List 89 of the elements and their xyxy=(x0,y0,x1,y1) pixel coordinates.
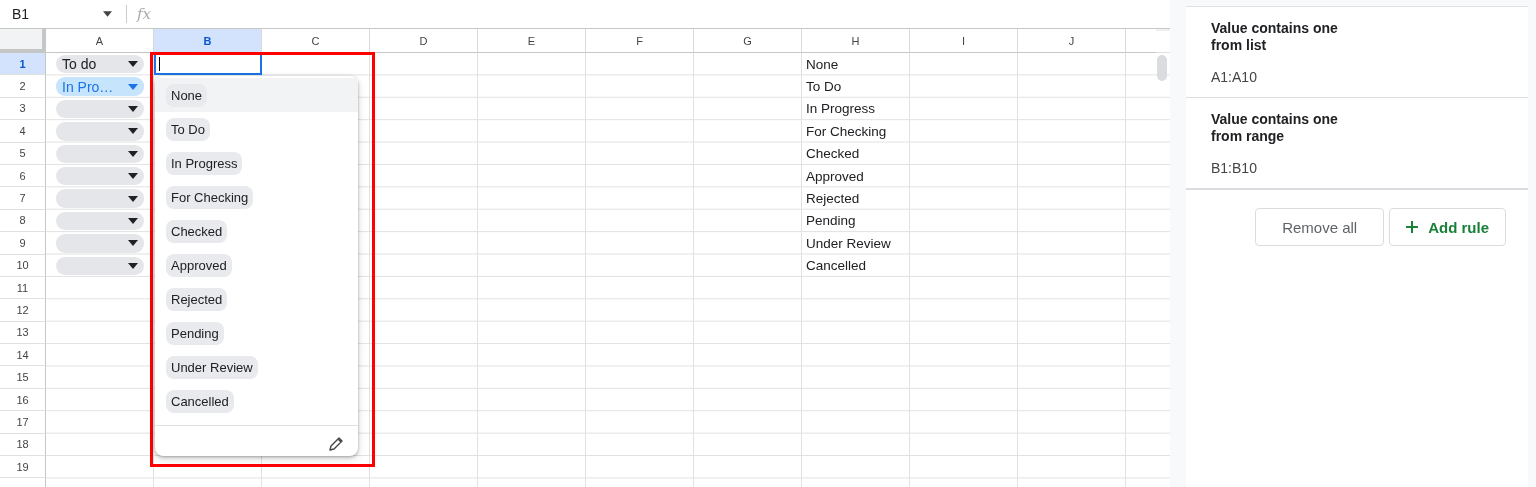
column-header[interactable]: G xyxy=(694,29,802,53)
column-header[interactable]: A xyxy=(46,29,154,53)
table-cell-text: In Progress xyxy=(805,100,877,119)
table-cell-text: For Checking xyxy=(805,122,888,141)
column-header[interactable]: D xyxy=(370,29,478,53)
table-cell-text: None xyxy=(805,55,840,74)
row-header[interactable]: 19 xyxy=(0,456,46,479)
dropdown-chip[interactable] xyxy=(56,211,144,231)
column-header[interactable]: C xyxy=(262,29,370,53)
name-box[interactable]: B1 xyxy=(0,6,120,22)
option-chip: Rejected xyxy=(166,288,228,312)
add-rule-button[interactable]: Add rule xyxy=(1389,208,1506,246)
rule-range: A1:A10 xyxy=(1211,69,1258,85)
menu-item[interactable]: None xyxy=(155,78,358,113)
option-chip: For Checking xyxy=(166,185,254,209)
row-header[interactable]: 6 xyxy=(0,164,46,188)
row-header[interactable]: 14 xyxy=(0,344,46,367)
cell-editor[interactable] xyxy=(154,53,262,76)
rule-card[interactable]: Value contains one from list A1:A10 xyxy=(1186,7,1528,98)
caret-icon xyxy=(128,105,138,112)
table-cell-text: Checked xyxy=(805,145,861,164)
option-chip: In Progress xyxy=(166,151,243,175)
column-header[interactable]: I xyxy=(910,29,1018,53)
column-header[interactable]: E xyxy=(478,29,586,53)
row-header[interactable]: 3 xyxy=(0,97,46,121)
menu-item[interactable]: Approved xyxy=(155,248,358,283)
menu-item[interactable]: Checked xyxy=(155,214,358,249)
dropdown-chip[interactable] xyxy=(56,256,144,275)
remove-button[interactable]: Remove all xyxy=(1255,208,1385,246)
dropdown-chip[interactable]: To do xyxy=(56,55,144,74)
caret-icon xyxy=(128,61,138,68)
caret-icon xyxy=(128,240,138,247)
table-cell-text: Approved xyxy=(805,167,865,186)
menu-item[interactable]: Cancelled xyxy=(155,384,358,419)
dropdown-chip[interactable] xyxy=(56,99,144,119)
row-header[interactable]: 1 xyxy=(0,53,46,76)
dropdown-chip[interactable] xyxy=(56,234,144,253)
rule-title: Value contains one from list xyxy=(1211,20,1339,54)
rule-range: B1:B10 xyxy=(1211,160,1258,176)
table-cell-text: Cancelled xyxy=(805,257,868,276)
plus-icon xyxy=(1406,221,1419,233)
row-header[interactable]: 2 xyxy=(0,75,46,98)
pencil-icon[interactable] xyxy=(328,435,344,452)
column-header[interactable]: F xyxy=(586,29,694,53)
row-header[interactable]: 15 xyxy=(0,366,46,389)
caret-icon xyxy=(128,128,138,135)
menu-item[interactable]: In Progress xyxy=(155,146,358,181)
row-header[interactable]: 11 xyxy=(0,276,46,300)
caret-icon xyxy=(128,173,138,180)
select-all-corner[interactable] xyxy=(0,29,46,53)
option-chip: Checked xyxy=(166,219,228,243)
option-chip: Cancelled xyxy=(166,390,234,414)
table-cell-text: Under Review xyxy=(805,234,892,253)
row-header[interactable]: 9 xyxy=(0,232,46,255)
table-cell-text: Pending xyxy=(805,212,857,231)
rule-title: Value contains one from range xyxy=(1211,111,1339,145)
caret-icon xyxy=(103,11,112,17)
column-header[interactable]: H xyxy=(802,29,910,53)
row-header[interactable]: 12 xyxy=(0,299,46,322)
dropdown-chip[interactable] xyxy=(56,166,144,186)
rule-card[interactable]: Value contains one from range B1:B10 xyxy=(1186,98,1528,190)
formula-icon: fx xyxy=(137,5,151,23)
table-cell-text: To Do xyxy=(805,78,843,97)
row-header[interactable]: 4 xyxy=(0,120,46,143)
menu-item[interactable]: Under Review xyxy=(155,350,358,385)
row-header[interactable]: 17 xyxy=(0,411,46,434)
table-cell-text: Rejected xyxy=(805,190,861,209)
column-header[interactable]: B xyxy=(154,29,262,53)
scrollbar-thumb[interactable] xyxy=(1157,55,1167,81)
caret-icon xyxy=(128,195,138,202)
dropdown-chip[interactable] xyxy=(56,189,144,208)
option-chip: None xyxy=(166,83,208,107)
column-header[interactable]: J xyxy=(1018,29,1126,53)
option-chip: Approved xyxy=(166,254,232,277)
row-header[interactable]: 16 xyxy=(0,388,46,412)
row-header[interactable]: 7 xyxy=(0,187,46,210)
caret-icon xyxy=(128,83,138,90)
menu-item[interactable]: Pending xyxy=(155,316,358,351)
caret-icon xyxy=(128,150,138,157)
option-chip: Pending xyxy=(166,322,224,346)
option-chip: Under Review xyxy=(166,356,258,380)
menu-item[interactable]: Rejected xyxy=(155,282,358,317)
menu-item[interactable]: To Do xyxy=(155,112,358,147)
caret-icon xyxy=(128,262,138,269)
option-chip: To Do xyxy=(166,117,210,141)
dropdown-chip[interactable] xyxy=(56,144,144,163)
menu-item[interactable]: For Checking xyxy=(155,180,358,215)
dropdown-chip[interactable] xyxy=(56,122,144,141)
caret-icon xyxy=(128,217,138,224)
